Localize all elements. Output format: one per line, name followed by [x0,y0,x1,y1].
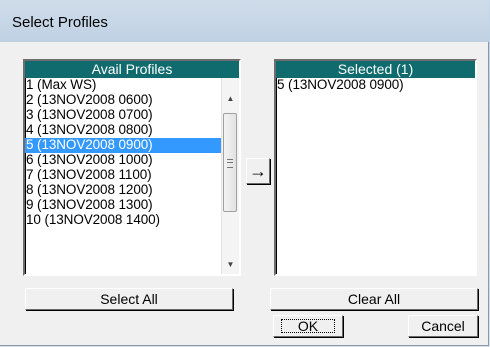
list-item[interactable]: 9 (13NOV2008 1300) [25,197,222,213]
scroll-down-arrow-icon[interactable]: ▼ [222,256,239,273]
list-item[interactable]: 1 (Max WS) [25,78,222,93]
ok-button[interactable]: OK [273,315,343,337]
select-all-button[interactable]: Select All [25,288,233,310]
list-item[interactable]: 7 (13NOV2008 1100) [25,167,222,183]
focus-rectangle [281,319,335,333]
avail-profiles-items: 1 (Max WS) 2 (13NOV2008 0600) 3 (13NOV20… [25,78,222,274]
select-profiles-dialog: Select Profiles Avail Profiles 1 (Max WS… [0,0,489,346]
avail-profiles-scrollbar[interactable]: ▲ ▼ [221,78,239,274]
move-to-selected-button[interactable]: → [246,158,270,184]
grip-icon [227,159,233,168]
selected-profiles-listbox[interactable]: Selected (1) 5 (13NOV2008 0900) [274,59,477,276]
list-item[interactable]: 6 (13NOV2008 1000) [25,152,222,168]
scroll-up-arrow-icon[interactable]: ▲ [222,90,239,107]
list-item-selected[interactable]: 5 (13NOV2008 0900) [25,137,222,153]
list-item[interactable]: 10 (13NOV2008 1400) [25,212,222,228]
selected-profiles-items: 5 (13NOV2008 0900) [276,78,475,274]
avail-profiles-header: Avail Profiles [25,61,239,78]
cancel-button[interactable]: Cancel [408,315,478,337]
selected-profiles-header: Selected (1) [276,61,475,78]
scrollbar-thumb[interactable] [223,113,237,212]
window-title: Select Profiles [12,14,108,31]
list-item[interactable]: 4 (13NOV2008 0800) [25,122,222,138]
dialog-client-area: Avail Profiles 1 (Max WS) 2 (13NOV2008 0… [8,42,481,338]
list-item[interactable]: 2 (13NOV2008 0600) [25,92,222,108]
avail-profiles-listbox[interactable]: Avail Profiles 1 (Max WS) 2 (13NOV2008 0… [23,59,241,276]
title-bar[interactable]: Select Profiles [0,0,489,42]
list-item[interactable]: 3 (13NOV2008 0700) [25,107,222,123]
arrow-right-icon: → [249,161,267,181]
list-item[interactable]: 8 (13NOV2008 1200) [25,182,222,198]
list-item[interactable]: 5 (13NOV2008 0900) [276,78,475,93]
clear-all-button[interactable]: Clear All [270,288,478,310]
